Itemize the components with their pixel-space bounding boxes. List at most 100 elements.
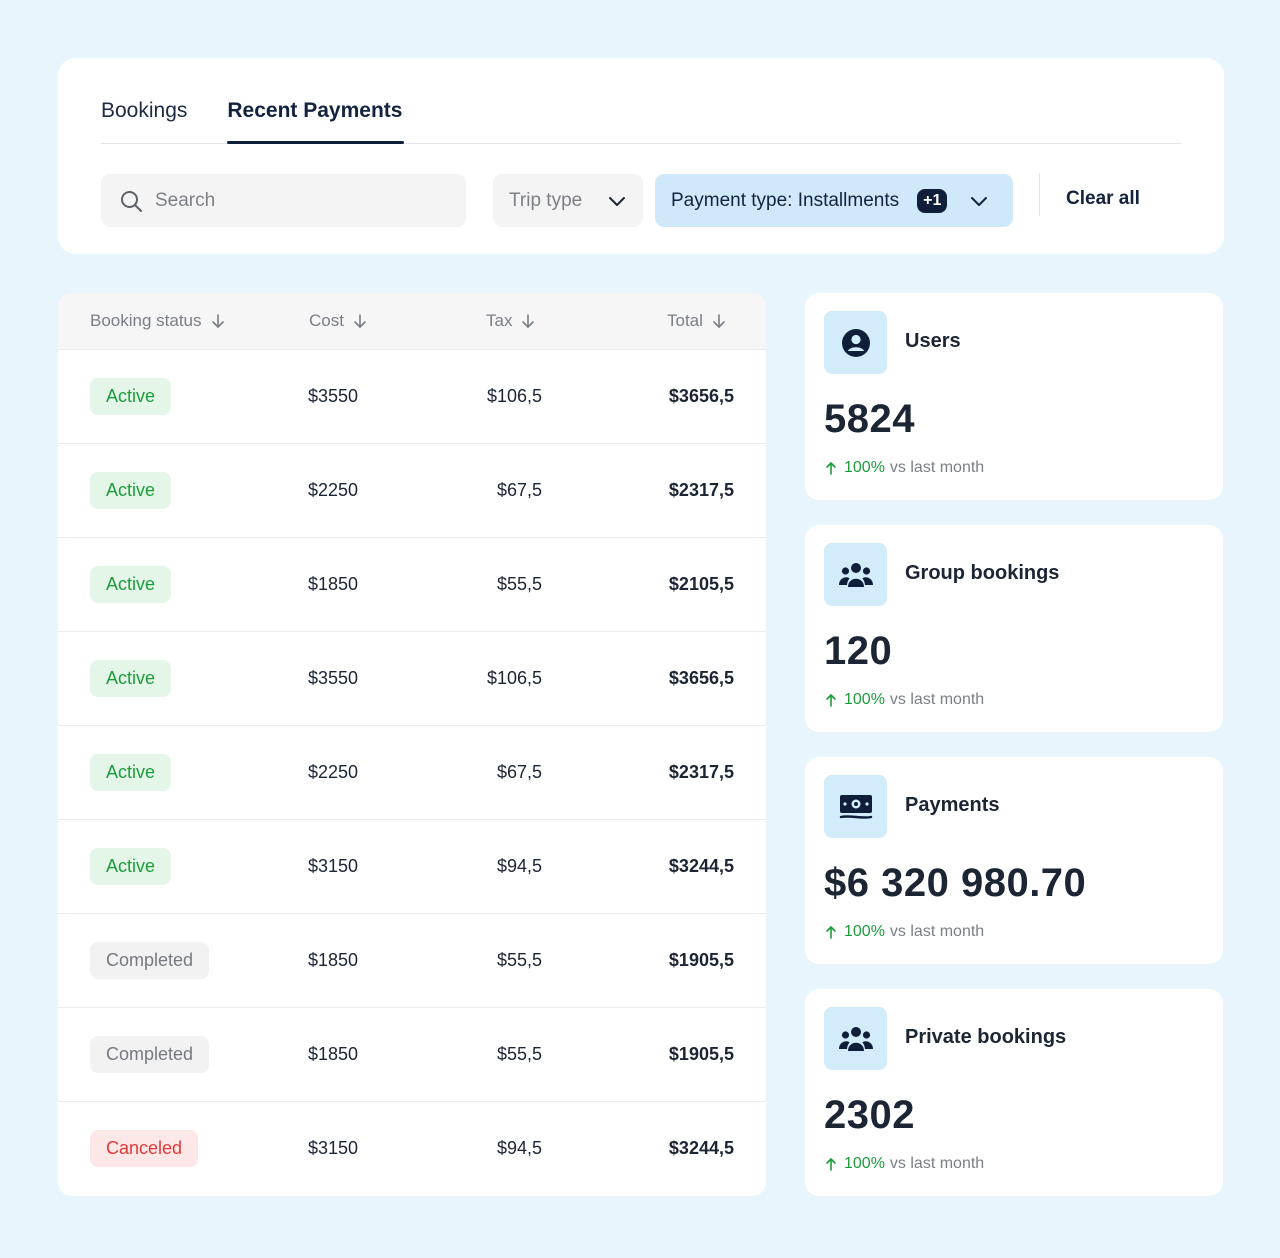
table-row[interactable]: Active $1850 $55,5 $2105,5 [58, 538, 766, 632]
status-badge: Active [90, 660, 172, 697]
total-cell: $2317,5 [668, 762, 734, 782]
table-row[interactable]: Active $2250 $67,5 $2317,5 [58, 726, 766, 820]
stat-icon-box [824, 311, 887, 374]
trend-percent: 100% [844, 691, 885, 708]
stat-card-private-bookings: Private bookings 2302 100% vs last month [805, 989, 1223, 1196]
stat-title: Group bookings [905, 562, 1060, 584]
tax-cell: $67,5 [496, 762, 542, 782]
cost-cell: $2250 [308, 762, 359, 782]
stat-icon-box [824, 543, 887, 606]
stat-trend: 100% vs last month [824, 459, 984, 477]
status-badge: Active [90, 754, 172, 791]
tax-cell: $106,5 [486, 668, 542, 688]
header-cost[interactable]: Cost [309, 311, 368, 331]
total-cell: $1905,5 [668, 950, 734, 970]
total-cell: $3656,5 [668, 386, 734, 406]
stat-value: 2302 [824, 1093, 915, 1137]
sort-arrow-down-icon [522, 314, 535, 328]
status-badge: Canceled [90, 1130, 199, 1167]
table-header: Booking status Cost Tax Total [58, 293, 766, 350]
stat-title: Private bookings [905, 1026, 1067, 1048]
table-row[interactable]: Canceled $3150 $94,5 $3244,5 [58, 1102, 766, 1196]
cost-cell: $1850 [308, 574, 359, 594]
stat-value: 120 [824, 629, 893, 673]
trend-text: vs last month [889, 1155, 985, 1172]
table-row[interactable]: Completed $1850 $55,5 $1905,5 [58, 914, 766, 1008]
cost-cell: $3150 [308, 856, 359, 876]
stat-card-users: Users 5824 100% vs last month [805, 293, 1223, 500]
stat-title: Users [905, 330, 961, 352]
table-row[interactable]: Active $3550 $106,5 $3656,5 [58, 632, 766, 726]
filter-divider [1039, 174, 1040, 216]
header-label: Booking status [90, 311, 202, 330]
cost-cell: $3550 [308, 668, 359, 688]
chevron-down-icon [971, 196, 988, 206]
stat-card-payments: Payments $6 320 980.70 100% vs last mont… [805, 757, 1223, 964]
extra-filter-count-badge: +1 [917, 188, 948, 213]
status-badge: Active [90, 566, 172, 603]
sort-arrow-down-icon [354, 314, 366, 328]
tax-cell: $67,5 [496, 480, 542, 500]
status-badge: Completed [90, 1036, 210, 1073]
stat-icon-box [824, 1007, 887, 1070]
trend-text: vs last month [889, 459, 985, 476]
cost-cell: $1850 [308, 950, 359, 970]
cost-cell: $3550 [308, 386, 359, 406]
total-cell: $3244,5 [668, 1138, 734, 1158]
total-cell: $2317,5 [668, 480, 734, 500]
header-label: Cost [309, 311, 344, 330]
stat-value: $6 320 980.70 [824, 861, 1087, 905]
table-row[interactable]: Active $2250 $67,5 $2317,5 [58, 444, 766, 538]
header-total[interactable]: Total [667, 311, 727, 331]
trend-percent: 100% [844, 459, 885, 476]
header-label: Total [667, 311, 703, 330]
stat-card-group-bookings: Group bookings 120 100% vs last month [805, 525, 1223, 732]
tax-cell: $106,5 [486, 386, 542, 406]
total-cell: $1905,5 [668, 1044, 734, 1064]
trip-type-dropdown[interactable]: Trip type [493, 174, 643, 227]
payments-table: Booking status Cost Tax Total Active $35… [58, 293, 766, 1196]
sort-arrow-down-icon [211, 314, 224, 328]
cost-cell: $2250 [308, 480, 359, 500]
table-row[interactable]: Active $3150 $94,5 $3244,5 [58, 820, 766, 914]
search-icon [121, 190, 142, 212]
tax-cell: $55,5 [496, 1044, 542, 1064]
stat-title: Payments [905, 794, 1000, 816]
sort-arrow-down-icon [713, 314, 725, 328]
header-label: Tax [486, 311, 513, 330]
header-booking-status[interactable]: Booking status [90, 311, 226, 331]
cost-cell: $3150 [308, 1138, 359, 1158]
group-icon [838, 1026, 873, 1051]
group-icon [838, 562, 873, 587]
status-badge: Completed [90, 942, 210, 979]
status-badge: Active [90, 848, 172, 885]
search-input[interactable] [155, 189, 445, 212]
stat-trend: 100% vs last month [824, 1155, 984, 1173]
table-row[interactable]: Active $3550 $106,5 $3656,5 [58, 350, 766, 444]
trend-text: vs last month [889, 923, 985, 940]
header-tax[interactable]: Tax [486, 311, 536, 331]
tax-cell: $55,5 [496, 950, 542, 970]
arrow-up-icon [826, 1158, 836, 1171]
clear-all-button[interactable]: Clear all [1066, 188, 1140, 210]
arrow-up-icon [826, 462, 836, 475]
tab-recent-payments[interactable]: Recent Payments [227, 81, 405, 144]
chevron-down-icon [609, 196, 625, 206]
trend-percent: 100% [844, 923, 885, 940]
status-badge: Active [90, 472, 172, 509]
total-cell: $2105,5 [668, 574, 734, 594]
total-cell: $3244,5 [668, 856, 734, 876]
search-box[interactable] [101, 174, 466, 227]
tax-cell: $94,5 [496, 856, 542, 876]
stat-icon-box [824, 775, 887, 838]
user-icon [841, 328, 870, 357]
payment-type-dropdown[interactable]: Payment type: Installments +1 [655, 174, 1013, 227]
table-row[interactable]: Completed $1850 $55,5 $1905,5 [58, 1008, 766, 1102]
arrow-up-icon [826, 926, 836, 939]
tax-cell: $94,5 [496, 1138, 542, 1158]
cost-cell: $1850 [308, 1044, 359, 1064]
tab-bar: Bookings Recent Payments [101, 58, 1181, 144]
tab-bookings[interactable]: Bookings [101, 81, 187, 143]
trend-percent: 100% [844, 1155, 885, 1172]
money-icon [839, 794, 872, 819]
